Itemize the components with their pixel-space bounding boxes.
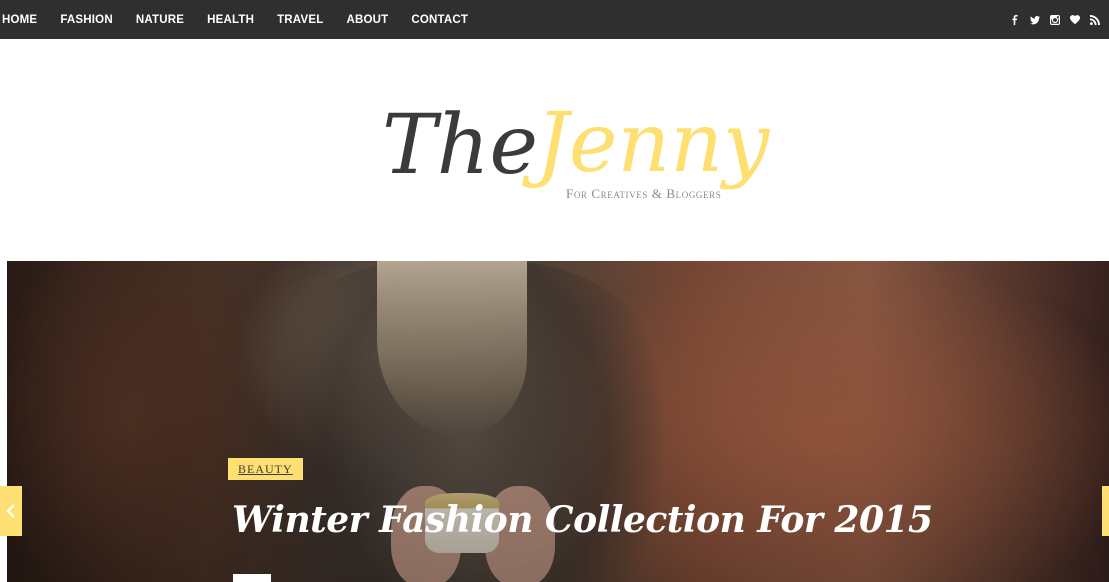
- instagram-icon[interactable]: [1050, 14, 1060, 26]
- featured-slider[interactable]: BEAUTY Winter Fashion Collection For 201…: [7, 261, 1109, 582]
- menu-link-health[interactable]: HEALTH: [207, 14, 254, 26]
- heart-icon[interactable]: [1070, 14, 1080, 26]
- menu-link-about[interactable]: ABOUT: [346, 14, 388, 26]
- menu-link-home[interactable]: HOME: [2, 14, 37, 26]
- logo-text-the: The: [382, 98, 538, 193]
- menu-item-health[interactable]: HEALTH: [205, 0, 275, 39]
- twitter-icon[interactable]: [1030, 14, 1040, 26]
- menu-link-nature[interactable]: NATURE: [136, 14, 184, 26]
- menu-link-fashion[interactable]: FASHION: [60, 14, 113, 26]
- menu-link-travel[interactable]: TRAVEL: [277, 14, 323, 26]
- menu-link-contact[interactable]: CONTACT: [411, 14, 468, 26]
- menu-item-home[interactable]: HOME: [0, 0, 58, 39]
- slider-next-button[interactable]: [1102, 486, 1109, 536]
- site-logo: The Jenny: [382, 96, 771, 193]
- featured-post-title[interactable]: Winter Fashion Collection For 2015: [232, 499, 933, 541]
- menu-item-nature[interactable]: NATURE: [134, 0, 205, 39]
- facebook-icon[interactable]: [1010, 14, 1020, 26]
- menu-item-travel[interactable]: TRAVEL: [275, 0, 344, 39]
- post-meta-partial: [233, 574, 271, 582]
- rss-icon[interactable]: [1090, 14, 1100, 26]
- chevron-left-icon: [6, 504, 15, 518]
- main-menu: HOME FASHION NATURE HEALTH TRAVEL ABOUT …: [0, 0, 489, 39]
- social-links: [1000, 14, 1100, 26]
- top-navigation-bar: HOME FASHION NATURE HEALTH TRAVEL ABOUT …: [0, 0, 1109, 39]
- slider-prev-button[interactable]: [0, 486, 22, 536]
- menu-item-fashion[interactable]: FASHION: [58, 0, 134, 39]
- post-category-badge[interactable]: BEAUTY: [228, 458, 303, 480]
- site-header: The Jenny For Creatives & Bloggers: [0, 39, 1109, 261]
- site-tagline: For Creatives & Bloggers: [566, 186, 722, 201]
- menu-item-about[interactable]: ABOUT: [344, 0, 409, 39]
- menu-item-contact[interactable]: CONTACT: [409, 0, 489, 39]
- logo-text-jenny: Jenny: [522, 96, 771, 191]
